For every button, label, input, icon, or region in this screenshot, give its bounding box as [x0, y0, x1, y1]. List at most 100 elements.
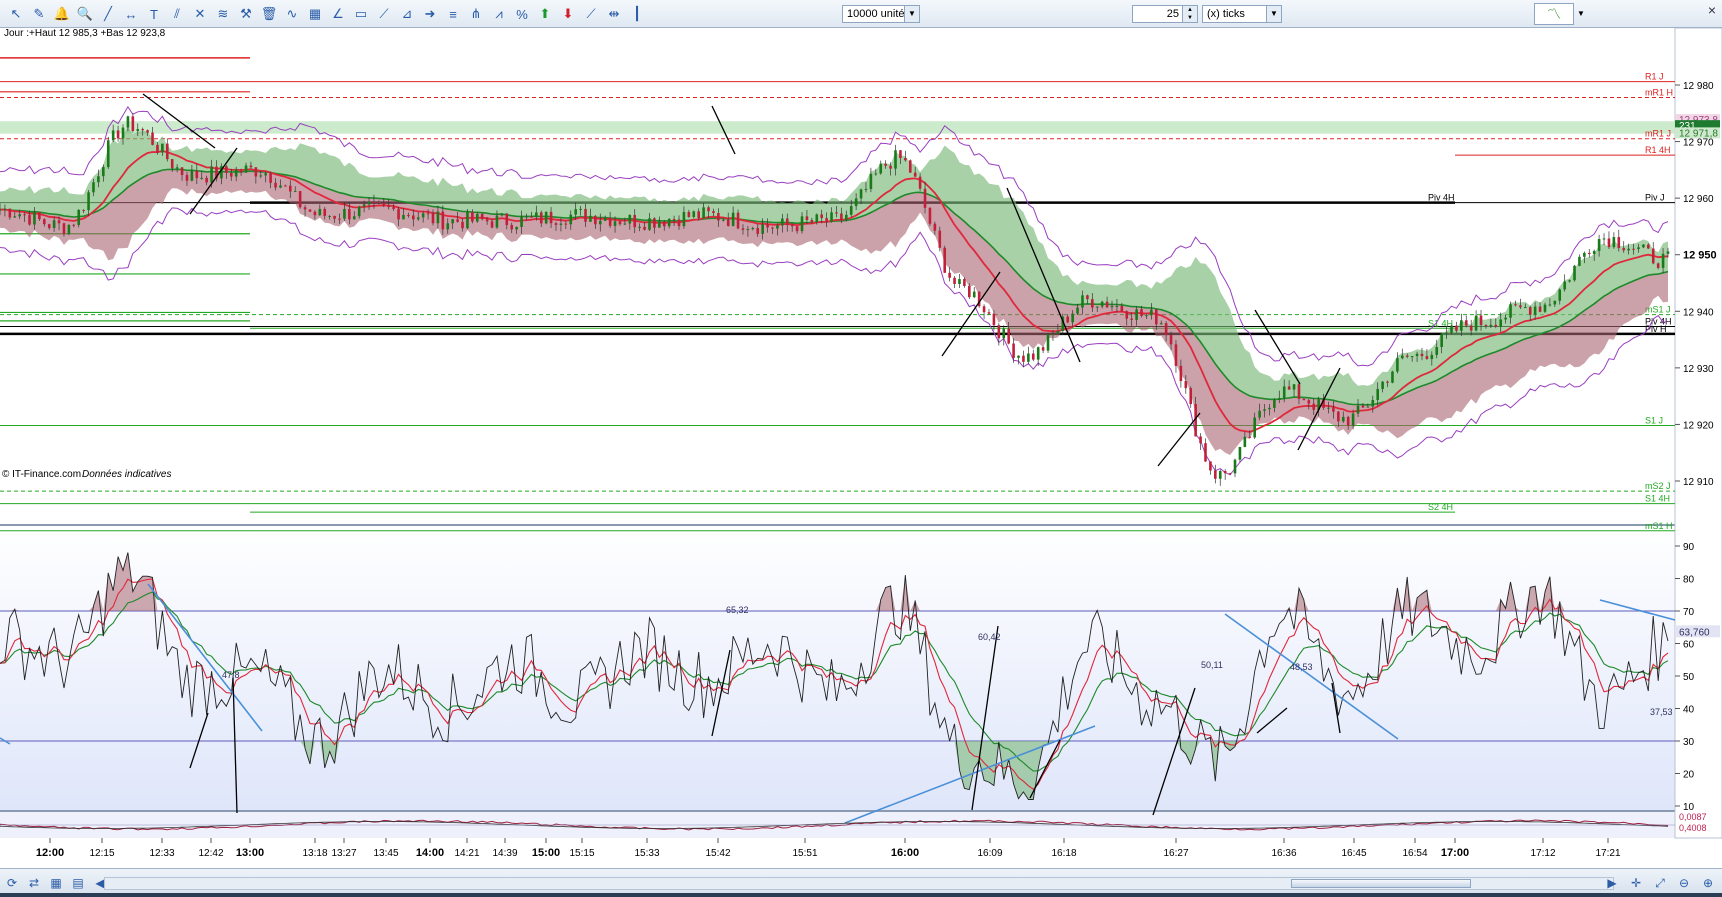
candle-body: [1100, 301, 1104, 307]
candle-body: [185, 174, 189, 181]
candle-body: [1514, 304, 1517, 306]
candle-body: [948, 272, 951, 278]
ticks-unit-select[interactable]: (x) ticks ▼: [1202, 5, 1282, 23]
layout-icon[interactable]: ▤: [70, 875, 86, 891]
fork-icon[interactable]: ⋔: [466, 4, 486, 24]
candle-body: [756, 228, 760, 234]
percent-icon[interactable]: %: [512, 4, 532, 24]
candle-body: [613, 221, 617, 226]
crosshair-icon[interactable]: ✛: [1628, 875, 1644, 891]
candle-body: [761, 224, 764, 234]
compare-icon[interactable]: ⇄: [26, 875, 42, 891]
pencil-icon[interactable]: ✎: [29, 4, 49, 24]
angle-icon[interactable]: ∠: [328, 4, 348, 24]
fibonacci-icon[interactable]: ≋: [213, 4, 233, 24]
quantity-select[interactable]: 10000 unités ▼: [842, 5, 920, 23]
zoom-in-icon[interactable]: ⊕: [1700, 875, 1716, 891]
disclaimer-label: Données indicatives: [82, 469, 172, 480]
alert-bell-icon[interactable]: 🔔: [52, 4, 72, 24]
arrow-up-icon[interactable]: ⬆: [535, 4, 555, 24]
candle-body: [1341, 416, 1345, 422]
copyright-label: © IT-Finance.com: [2, 469, 81, 480]
wave-icon[interactable]: ∿: [282, 4, 302, 24]
toolbar-icons: ↖ ✎ 🔔 🔍 ╱ ↔ T ⫽ ✕ ≋ ⚒ 🗑 ∿ ▦ ∠ ▭ ⟋ ⊿ ➜ ≡ ⋔ ⩘% ⬆ ⬇ ⟋ ⇹ ┃: [6, 4, 647, 24]
rectangle-icon[interactable]: ▭: [351, 4, 371, 24]
oscillator-annotation: 37,53: [1650, 707, 1673, 717]
zigzag-icon[interactable]: ⩘: [489, 4, 509, 24]
fan-icon[interactable]: ⟋: [374, 4, 394, 24]
pivot-level-label: S1 4H: [1428, 318, 1453, 328]
time-axis-label: 12:15: [89, 848, 114, 859]
candle-body: [0, 209, 2, 211]
arrow-right-icon[interactable]: ➜: [420, 4, 440, 24]
chevron-down-icon[interactable]: ▼: [1266, 6, 1281, 22]
candle-body: [402, 214, 405, 220]
chart-area[interactable]: 12 98012 97012 96012 95012 94012 93012 9…: [0, 28, 1722, 868]
scrollbar-thumb[interactable]: [1291, 879, 1471, 888]
candle-body: [648, 218, 651, 230]
candle-body: [697, 211, 700, 219]
trash-icon[interactable]: 🗑: [259, 4, 279, 24]
stepper-arrows-icon[interactable]: ▲ ▼: [1182, 6, 1197, 22]
price-axis-label: 12 980: [1683, 81, 1714, 92]
pointer-icon[interactable]: ↖: [6, 4, 26, 24]
parallel-lines-icon[interactable]: ≡: [443, 4, 463, 24]
measure-icon[interactable]: ⇹: [604, 4, 624, 24]
text-icon[interactable]: T: [144, 4, 164, 24]
arrow-down-icon[interactable]: ⬇: [558, 4, 578, 24]
candle-body: [594, 215, 597, 225]
candle-body: [264, 173, 267, 176]
candle-body: [943, 247, 947, 273]
close-icon[interactable]: ×: [1704, 2, 1720, 18]
candle-body: [766, 224, 769, 228]
time-axis-label: 14:39: [492, 848, 517, 859]
candle-body: [1046, 334, 1050, 351]
candle-body: [249, 165, 253, 168]
candle-body: [628, 215, 632, 224]
candle-body: [1110, 306, 1114, 308]
candle-body: [667, 218, 671, 227]
refresh-icon[interactable]: ⟳: [4, 875, 20, 891]
cross-icon[interactable]: ✕: [190, 4, 210, 24]
oscillator-axis-label: 30: [1683, 737, 1695, 748]
candle-body: [97, 176, 100, 183]
candle-body: [229, 172, 233, 177]
candle-body: [323, 208, 327, 216]
ticks-stepper[interactable]: 25 ▲ ▼: [1132, 5, 1198, 23]
tools-icon[interactable]: ⚒: [236, 4, 256, 24]
candle-body: [18, 214, 21, 217]
chevron-down-icon[interactable]: ▼: [1574, 3, 1588, 25]
trendline-icon[interactable]: ⟋: [581, 4, 601, 24]
chevron-down-icon[interactable]: ▼: [904, 6, 919, 22]
zoom-out-icon[interactable]: ⊖: [1676, 875, 1692, 891]
candle-body: [721, 219, 725, 221]
candle-body: [1036, 347, 1040, 360]
vertical-line-icon[interactable]: ┃: [627, 4, 647, 24]
candle-body: [1376, 388, 1379, 401]
candle-body: [1371, 400, 1375, 407]
candle-body: [1209, 461, 1212, 471]
calendar-icon[interactable]: ▦: [48, 875, 64, 891]
candle-body: [859, 189, 863, 199]
candle-body: [894, 150, 897, 169]
horizontal-scrollbar[interactable]: [104, 877, 1614, 890]
horizontal-line-icon[interactable]: ↔: [121, 4, 141, 24]
zoom-fit-icon[interactable]: ⤢: [1652, 875, 1668, 891]
oscillator-axis-label: 60: [1683, 640, 1695, 651]
chart-type-button[interactable]: 〽: [1534, 3, 1574, 25]
line-icon[interactable]: ╱: [98, 4, 118, 24]
price-axis-label: 12 940: [1683, 307, 1714, 318]
grid-icon[interactable]: ▦: [305, 4, 325, 24]
channel-icon[interactable]: ⫽: [167, 4, 187, 24]
candle-body: [687, 211, 691, 217]
candle-body: [1533, 306, 1537, 315]
price-axis-label: 12 910: [1683, 477, 1714, 488]
candle-body: [1159, 323, 1163, 325]
candle-body: [603, 217, 607, 221]
candle-body: [1199, 436, 1202, 444]
scroll-right-icon[interactable]: ▶: [1604, 875, 1620, 891]
candle-body: [259, 175, 263, 177]
candle-body: [1302, 398, 1306, 401]
zoom-icon[interactable]: 🔍: [75, 4, 95, 24]
gann-icon[interactable]: ⊿: [397, 4, 417, 24]
